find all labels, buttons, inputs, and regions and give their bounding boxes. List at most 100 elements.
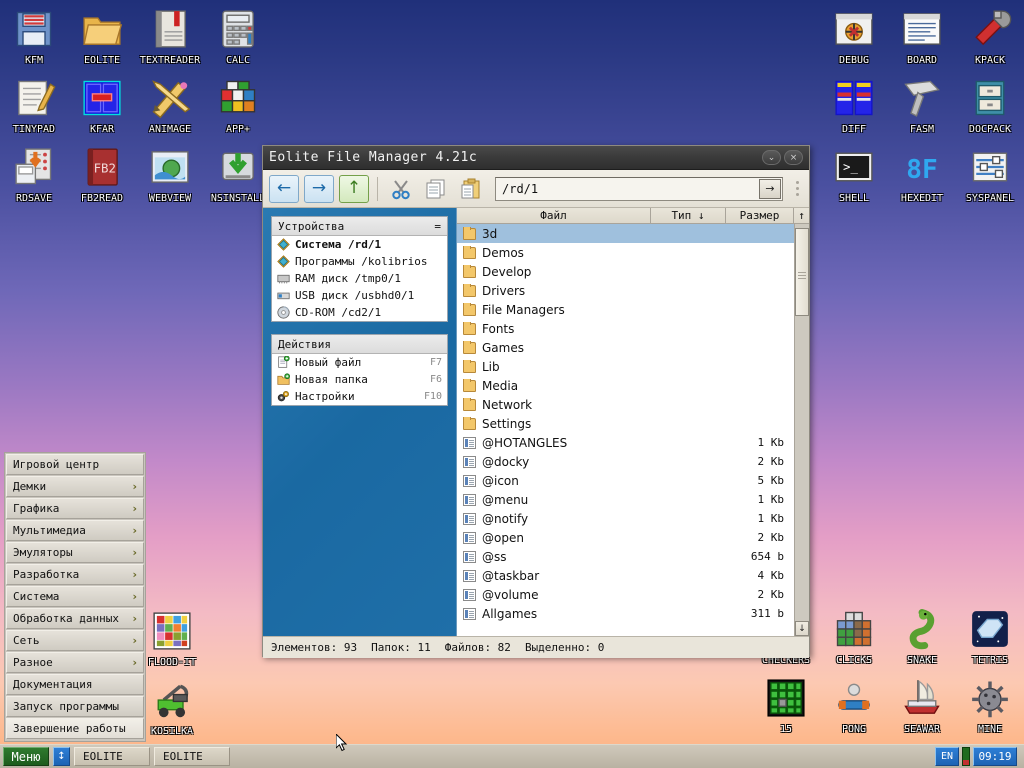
desktop-icon-seawar[interactable]: SEAWAR — [887, 676, 957, 735]
window-titlebar[interactable]: Eolite File Manager 4.21c ⌄ × — [263, 146, 809, 170]
file-row[interactable]: Demos — [457, 243, 794, 262]
device-item-3[interactable]: USB диск /usbhd0/1 — [272, 287, 447, 304]
menu-item-сеть[interactable]: Сеть› — [6, 630, 144, 651]
file-row[interactable]: @docky2 Kb — [457, 452, 794, 471]
back-button[interactable]: ← — [269, 175, 299, 203]
action-item-2[interactable]: НастройкиF10 — [272, 388, 447, 405]
taskbar-item-1[interactable]: EOLITE — [154, 747, 230, 766]
window-resize-button[interactable]: ↕ — [53, 747, 70, 766]
column-header-name[interactable]: Файл — [457, 208, 651, 223]
desktop-icon-textreader[interactable]: TEXTREADER — [135, 7, 205, 66]
desktop-icon-calc[interactable]: CALC — [203, 7, 273, 66]
desktop-icon-kfm[interactable]: KFM — [0, 7, 69, 66]
file-row[interactable]: Drivers — [457, 281, 794, 300]
file-row[interactable]: @notify1 Kb — [457, 509, 794, 528]
menu-item-игровой-центр[interactable]: Игровой центр — [6, 454, 144, 475]
copy-button[interactable] — [421, 175, 451, 203]
desktop-icon-kpack[interactable]: KPACK — [955, 7, 1024, 66]
file-row[interactable]: @HOTANGLES1 Kb — [457, 433, 794, 452]
taskbar-item-0[interactable]: EOLITE — [74, 747, 150, 766]
desktop-icon-app-[interactable]: APP+ — [203, 76, 273, 135]
desktop-icon-clicks[interactable]: CLICKS — [819, 607, 889, 666]
device-item-1[interactable]: Программы /kolibrios — [272, 253, 447, 270]
path-bar[interactable]: → — [495, 177, 783, 201]
desktop-icon-shell[interactable]: >_SHELL — [819, 145, 889, 204]
device-item-4[interactable]: CD-ROM /cd2/1 — [272, 304, 447, 321]
file-row[interactable]: @ss654 b — [457, 547, 794, 566]
scrollbar-thumb[interactable] — [795, 228, 809, 316]
scroll-down-button[interactable]: ↓ — [795, 621, 809, 636]
file-row[interactable]: Network — [457, 395, 794, 414]
clock[interactable]: 09:19 — [973, 747, 1017, 766]
menu-item-запуск-программы[interactable]: Запуск программы — [6, 696, 144, 717]
file-row[interactable]: Fonts — [457, 319, 794, 338]
device-item-2[interactable]: RAM диск /tmp0/1 — [272, 270, 447, 287]
menu-item-разработка[interactable]: Разработка› — [6, 564, 144, 585]
menu-item-разное[interactable]: Разное› — [6, 652, 144, 673]
desktop-icon-15[interactable]: 15 — [751, 676, 821, 735]
menu-item-завершение-работы[interactable]: Завершение работы — [6, 718, 144, 739]
desktop-icon-eolite[interactable]: EOLITE — [67, 7, 137, 66]
collapse-icon[interactable]: = — [434, 220, 441, 233]
desktop-icon-kosilka[interactable]: KOSILKA — [137, 678, 207, 737]
column-header-size[interactable]: Размер — [726, 208, 794, 223]
file-row[interactable]: @icon5 Kb — [457, 471, 794, 490]
scrollbar-track[interactable] — [795, 224, 809, 621]
more-options-icon[interactable] — [791, 175, 803, 203]
desktop-icon-mine[interactable]: MINE — [955, 676, 1024, 735]
desktop-icon-tinypad[interactable]: TINYPAD — [0, 76, 69, 135]
up-button[interactable]: ↑ — [339, 175, 369, 203]
action-item-0[interactable]: Новый файлF7 — [272, 354, 447, 371]
desktop-icon-hexedit[interactable]: 8FHEXEDIT — [887, 145, 957, 204]
vertical-scrollbar[interactable]: ↓ — [794, 224, 809, 636]
file-row[interactable]: @volume2 Kb — [457, 585, 794, 604]
paste-button[interactable] — [456, 175, 486, 203]
file-row[interactable]: @taskbar4 Kb — [457, 566, 794, 585]
desktop-icon-tetris[interactable]: TETRIS — [955, 607, 1024, 666]
file-row[interactable]: @open2 Kb — [457, 528, 794, 547]
menu-item-обработка-данных[interactable]: Обработка данных› — [6, 608, 144, 629]
scroll-up-button[interactable]: ↑ — [794, 208, 809, 223]
go-button[interactable]: → — [759, 179, 781, 199]
file-row[interactable]: Allgames311 b — [457, 604, 794, 623]
desktop-icon-debug[interactable]: DEBUG — [819, 7, 889, 66]
desktop-icon-fasm[interactable]: FASM — [887, 76, 957, 135]
desktop-icon-flood-it[interactable]: FLOOD-IT — [137, 609, 207, 668]
file-row[interactable]: @menu1 Kb — [457, 490, 794, 509]
desktop-icon-fb2read[interactable]: FB2FB2READ — [67, 145, 137, 204]
menu-item-демки[interactable]: Демки› — [6, 476, 144, 497]
file-row[interactable]: File Managers — [457, 300, 794, 319]
column-header-type[interactable]: Тип ↓ — [651, 208, 726, 223]
devices-panel-header[interactable]: Устройства = — [272, 217, 447, 236]
desktop-icon-syspanel[interactable]: SYSPANEL — [955, 145, 1024, 204]
desktop-icon-snake[interactable]: SNAKE — [887, 607, 957, 666]
device-item-0[interactable]: Система /rd/1 — [272, 236, 447, 253]
file-row[interactable]: 3d — [457, 224, 794, 243]
file-row[interactable]: Games — [457, 338, 794, 357]
desktop-icon-animage[interactable]: ANIMAGE — [135, 76, 205, 135]
file-rows[interactable]: 3dDemosDevelopDriversFile ManagersFontsG… — [457, 224, 794, 636]
file-row[interactable]: Settings — [457, 414, 794, 433]
desktop-icon-board[interactable]: BOARD — [887, 7, 957, 66]
desktop-icon-pong[interactable]: PONG — [819, 676, 889, 735]
action-item-1[interactable]: Новая папкаF6 — [272, 371, 447, 388]
menu-item-графика[interactable]: Графика› — [6, 498, 144, 519]
close-icon[interactable]: × — [784, 150, 803, 165]
start-menu[interactable]: Игровой центрДемки›Графика›Мультимедиа›Э… — [4, 452, 146, 742]
path-input[interactable] — [496, 178, 759, 200]
language-indicator[interactable]: EN — [935, 747, 959, 766]
file-row[interactable]: Develop — [457, 262, 794, 281]
cut-button[interactable] — [386, 175, 416, 203]
desktop-icon-rdsave[interactable]: RDSAVE — [0, 145, 69, 204]
desktop-icon-diff[interactable]: DIFF — [819, 76, 889, 135]
menu-item-мультимедиа[interactable]: Мультимедиа› — [6, 520, 144, 541]
file-row[interactable]: Lib — [457, 357, 794, 376]
start-menu-button[interactable]: Меню — [3, 747, 49, 766]
desktop-icon-kfar[interactable]: KFAR — [67, 76, 137, 135]
file-row[interactable]: Media — [457, 376, 794, 395]
minimize-icon[interactable]: ⌄ — [762, 150, 781, 165]
menu-item-документация[interactable]: Документация — [6, 674, 144, 695]
forward-button[interactable]: → — [304, 175, 334, 203]
desktop-icon-webview[interactable]: WEBVIEW — [135, 145, 205, 204]
eolite-window[interactable]: Eolite File Manager 4.21c ⌄ × ← → ↑ — [262, 145, 810, 657]
